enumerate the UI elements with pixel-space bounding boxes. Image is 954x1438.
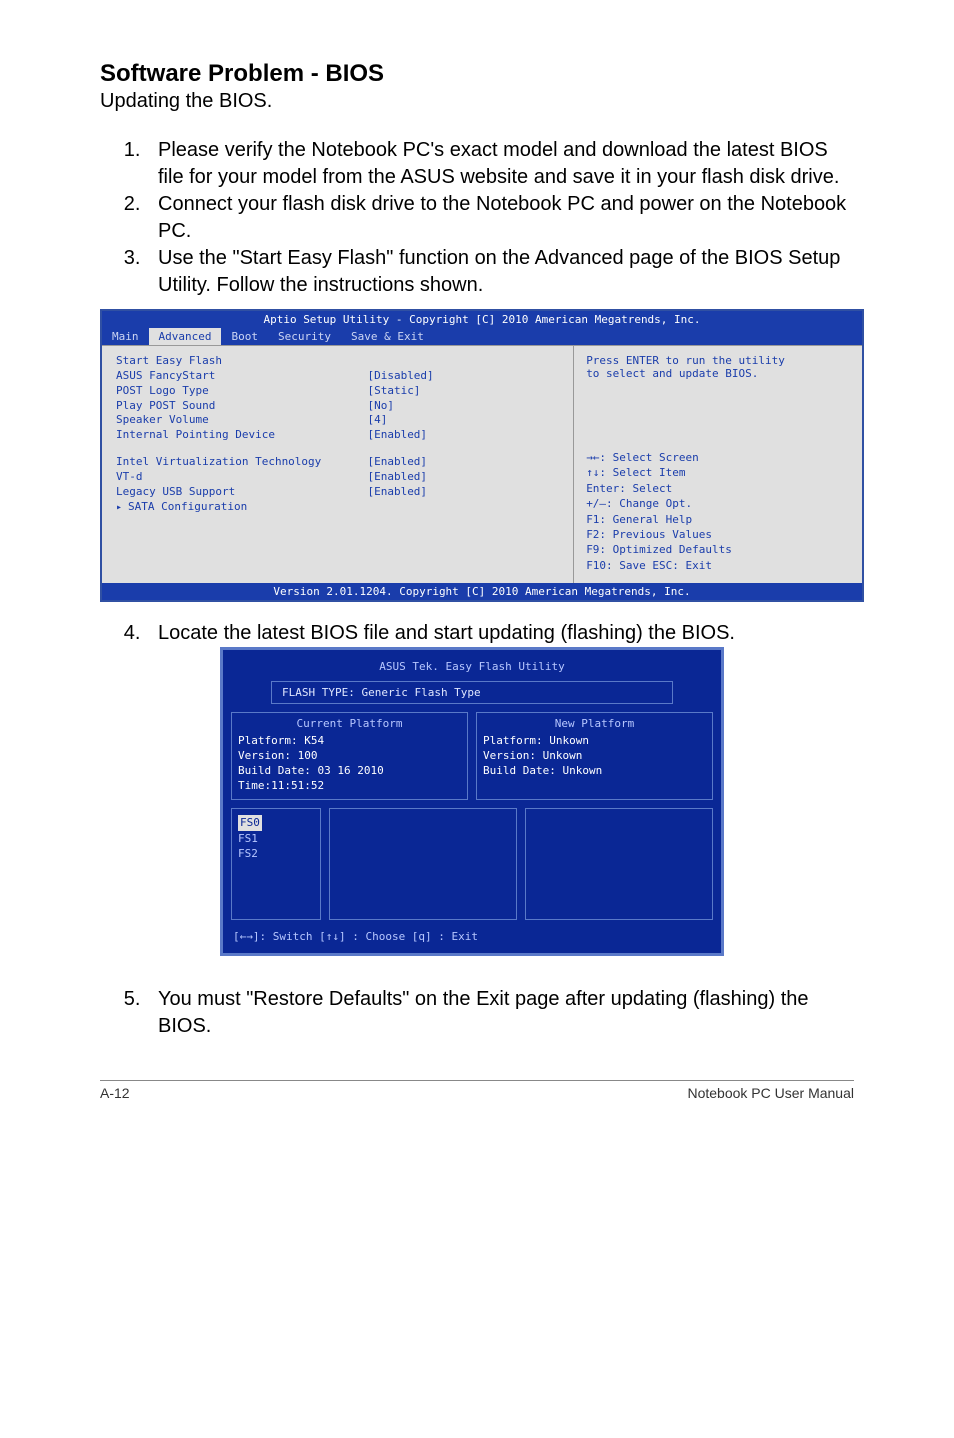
bios-title: Aptio Setup Utility - Copyright [C] 2010… bbox=[102, 311, 862, 328]
key-f2: F2: Previous Values bbox=[586, 527, 852, 542]
bios-item-sata-config[interactable]: SATA Configuration bbox=[116, 500, 367, 515]
flash-type-bar: FLASH TYPE: Generic Flash Type bbox=[271, 681, 673, 704]
key-change-opt: +/—: Change Opt. bbox=[586, 496, 852, 511]
bios-item-legacy-usb[interactable]: Legacy USB Support bbox=[116, 485, 367, 500]
key-enter: Enter: Select bbox=[586, 481, 852, 496]
bios-item-play-post-sound[interactable]: Play POST Sound bbox=[116, 399, 367, 414]
bios-item-vtd[interactable]: VT-d bbox=[116, 470, 367, 485]
bios-tabs: Main Advanced Boot Security Save & Exit bbox=[102, 328, 862, 345]
bios-value-blank bbox=[367, 354, 433, 369]
step-3: Use the "Start Easy Flash" function on t… bbox=[146, 245, 854, 299]
bios-help-line2: to select and update BIOS. bbox=[586, 367, 852, 380]
step-4: Locate the latest BIOS file and start up… bbox=[146, 620, 854, 647]
current-platform-panel: Current Platform Platform: K54 Version: … bbox=[231, 712, 468, 800]
bios-value-vtd: [Enabled] bbox=[367, 470, 433, 485]
key-f10: F10: Save ESC: Exit bbox=[586, 558, 852, 573]
page-footer: A-12 Notebook PC User Manual bbox=[100, 1080, 854, 1101]
new-platform-line3: Build Date: Unkown bbox=[483, 764, 706, 779]
bios-value-post-logo: [Static] bbox=[367, 384, 433, 399]
step-1: Please verify the Notebook PC's exact mo… bbox=[146, 137, 854, 191]
bios-screenshot: Aptio Setup Utility - Copyright [C] 2010… bbox=[100, 309, 864, 602]
bios-footer: Version 2.01.1204. Copyright [C] 2010 Am… bbox=[102, 583, 862, 600]
bios-item-fancystart[interactable]: ASUS FancyStart bbox=[116, 369, 367, 384]
current-platform-line3: Build Date: 03 16 2010 Time:11:51:52 bbox=[238, 764, 461, 794]
key-select-item: ↑↓: Select Item bbox=[586, 465, 852, 480]
page-heading: Software Problem - BIOS bbox=[100, 60, 854, 88]
flash-file-list[interactable] bbox=[329, 808, 517, 920]
flash-file-detail bbox=[525, 808, 713, 920]
tab-advanced[interactable]: Advanced bbox=[149, 328, 222, 345]
tab-security[interactable]: Security bbox=[268, 328, 341, 345]
bios-item-internal-pointing[interactable]: Internal Pointing Device bbox=[116, 428, 367, 443]
bios-help-text: Press ENTER to run the utility to select… bbox=[586, 354, 852, 380]
new-platform-title: New Platform bbox=[483, 717, 706, 732]
tab-save-exit[interactable]: Save & Exit bbox=[341, 328, 434, 345]
page-number: A-12 bbox=[100, 1085, 130, 1101]
new-platform-line1: Platform: Unkown bbox=[483, 734, 706, 749]
bios-value-intel-vt: [Enabled] bbox=[367, 455, 433, 470]
new-platform-panel: New Platform Platform: Unkown Version: U… bbox=[476, 712, 713, 800]
key-select-screen: →←: Select Screen bbox=[586, 450, 852, 465]
key-f1: F1: General Help bbox=[586, 512, 852, 527]
fs-item-fs0[interactable]: FS0 bbox=[238, 815, 262, 830]
easy-flash-screenshot: ASUS Tek. Easy Flash Utility FLASH TYPE:… bbox=[220, 647, 724, 956]
fs-item-fs2[interactable]: FS2 bbox=[238, 846, 314, 861]
current-platform-line1: Platform: K54 bbox=[238, 734, 461, 749]
flash-key-hints: [←→]: Switch [↑↓] : Choose [q] : Exit bbox=[231, 930, 713, 945]
manual-title: Notebook PC User Manual bbox=[687, 1085, 854, 1101]
bios-value-ipd: [Enabled] bbox=[367, 428, 433, 443]
bios-help-line1: Press ENTER to run the utility bbox=[586, 354, 852, 367]
fs-item-fs1[interactable]: FS1 bbox=[238, 831, 314, 846]
current-platform-title: Current Platform bbox=[238, 717, 461, 732]
bios-value-speaker-vol: [4] bbox=[367, 413, 433, 428]
flash-fs-list[interactable]: FS0 FS1 FS2 bbox=[231, 808, 321, 920]
bios-item-post-logo-type[interactable]: POST Logo Type bbox=[116, 384, 367, 399]
page-subheading: Updating the BIOS. bbox=[100, 90, 854, 113]
bios-item-intel-vt[interactable]: Intel Virtualization Technology bbox=[116, 455, 367, 470]
bios-key-hints: →←: Select Screen ↑↓: Select Item Enter:… bbox=[586, 450, 852, 573]
tab-main[interactable]: Main bbox=[102, 328, 149, 345]
bios-value-play-post: [No] bbox=[367, 399, 433, 414]
tab-boot[interactable]: Boot bbox=[221, 328, 268, 345]
key-f9: F9: Optimized Defaults bbox=[586, 542, 852, 557]
spacer bbox=[116, 443, 367, 455]
step-2: Connect your flash disk drive to the Not… bbox=[146, 191, 854, 245]
current-platform-line2: Version: 100 bbox=[238, 749, 461, 764]
step-5: You must "Restore Defaults" on the Exit … bbox=[146, 986, 854, 1040]
flash-title: ASUS Tek. Easy Flash Utility bbox=[231, 656, 713, 681]
bios-item-speaker-volume[interactable]: Speaker Volume bbox=[116, 413, 367, 428]
new-platform-line2: Version: Unkown bbox=[483, 749, 706, 764]
spacer bbox=[367, 443, 433, 455]
bios-value-fancystart: [Disabled] bbox=[367, 369, 433, 384]
bios-value-legacy-usb: [Enabled] bbox=[367, 485, 433, 500]
bios-item-start-easy-flash[interactable]: Start Easy Flash bbox=[116, 354, 367, 369]
